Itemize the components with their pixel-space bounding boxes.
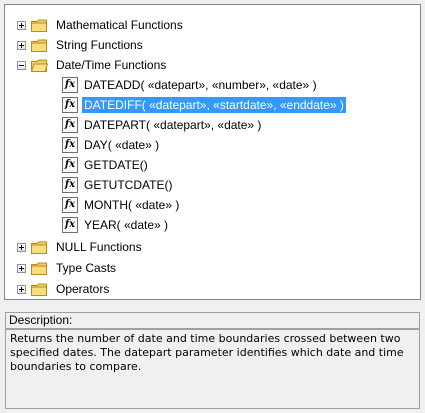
expand-plus-icon[interactable] xyxy=(17,20,26,30)
tree-item-getutcdate[interactable]: fx GETUTCDATE() xyxy=(62,175,174,195)
expand-plus-icon[interactable] xyxy=(17,242,26,252)
folder-icon xyxy=(31,19,47,32)
folder-icon xyxy=(31,262,47,275)
tree-item-month[interactable]: fx MONTH( «date» ) xyxy=(62,195,181,215)
tree-item-label: GETDATE() xyxy=(84,158,148,172)
collapse-minus-icon[interactable] xyxy=(17,60,26,70)
expand-plus-icon[interactable] xyxy=(17,40,26,50)
tree-item-dateadd[interactable]: fx DATEADD( «datepart», «number», «date»… xyxy=(62,75,319,95)
expand-plus-icon[interactable] xyxy=(17,263,26,273)
tree-item-string-functions[interactable]: String Functions xyxy=(17,35,145,55)
tree-item-label: Mathematical Functions xyxy=(56,18,183,32)
function-fx-icon: fx xyxy=(62,177,78,193)
tree-item-type-casts[interactable]: Type Casts xyxy=(17,258,118,278)
tree-item-label: Date/Time Functions xyxy=(56,58,167,72)
tree-item-mathematical-functions[interactable]: Mathematical Functions xyxy=(17,15,185,35)
tree-item-null-functions[interactable]: NULL Functions xyxy=(17,237,144,257)
folder-icon xyxy=(31,241,47,254)
function-fx-icon: fx xyxy=(62,197,78,213)
function-fx-icon: fx xyxy=(62,97,78,113)
function-fx-icon: fx xyxy=(62,217,78,233)
description-title: Description: xyxy=(5,312,420,329)
tree-item-datetime-functions[interactable]: Date/Time Functions xyxy=(17,55,168,75)
tree-item-operators[interactable]: Operators xyxy=(17,279,111,299)
function-fx-icon: fx xyxy=(62,137,78,153)
expand-plus-icon[interactable] xyxy=(17,284,26,294)
tree-item-datediff[interactable]: fx DATEDIFF( «datepart», «startdate», «e… xyxy=(62,95,346,115)
tree-item-label: YEAR( «date» ) xyxy=(84,218,169,232)
tree-item-datepart[interactable]: fx DATEPART( «datepart», «date» ) xyxy=(62,115,263,135)
tree-item-label: String Functions xyxy=(56,38,143,52)
folder-icon xyxy=(31,39,47,52)
tree-item-label: Operators xyxy=(56,282,110,296)
tree-item-label: GETUTCDATE() xyxy=(84,178,173,192)
tree-item-label: DATEADD( «datepart», «number», «date» ) xyxy=(84,78,317,92)
function-fx-icon: fx xyxy=(62,157,78,173)
tree-item-year[interactable]: fx YEAR( «date» ) xyxy=(62,215,170,235)
description-text: Returns the number of date and time boun… xyxy=(5,329,420,409)
function-fx-icon: fx xyxy=(62,77,78,93)
tree-item-label: DAY( «date» ) xyxy=(84,138,160,152)
function-tree[interactable]: Mathematical Functions String Functions … xyxy=(4,4,421,300)
tree-item-label: DATEPART( «datepart», «date» ) xyxy=(84,118,262,132)
tree-item-getdate[interactable]: fx GETDATE() xyxy=(62,155,150,175)
function-fx-icon: fx xyxy=(62,117,78,133)
tree-item-label: Type Casts xyxy=(56,261,117,275)
tree-item-label: MONTH( «date» ) xyxy=(84,198,180,212)
tree-item-label-selected: DATEDIFF( «datepart», «startdate», «endd… xyxy=(82,97,346,113)
folder-icon xyxy=(31,283,47,296)
tree-item-label: NULL Functions xyxy=(56,240,142,254)
tree-item-day[interactable]: fx DAY( «date» ) xyxy=(62,135,161,155)
folder-open-icon xyxy=(31,59,48,72)
